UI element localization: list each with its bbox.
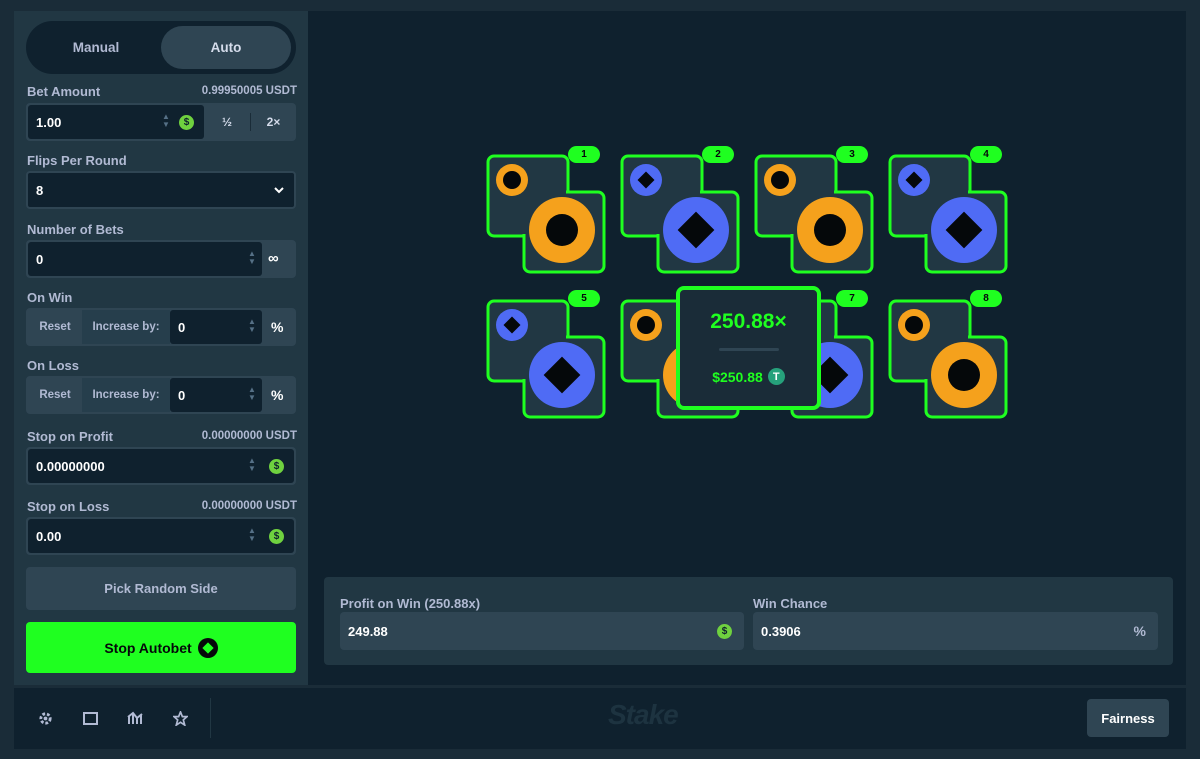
stop-autobet-label: Stop Autobet xyxy=(104,639,192,656)
stop-autobet-button[interactable]: Stop Autobet xyxy=(26,622,296,673)
coin-number-badge: 7 xyxy=(836,290,868,307)
coin-number-badge: 2 xyxy=(702,146,734,163)
flips-per-round-select[interactable]: 8 xyxy=(26,171,296,209)
orange-coin-icon xyxy=(486,154,606,274)
profit-on-win-label: Profit on Win (250.88x) xyxy=(340,596,481,611)
number-of-bets-field: 0 ▲ ▼ ∞ xyxy=(26,240,296,278)
on-win-increase-button[interactable]: Increase by: xyxy=(82,310,170,344)
bet-amount-balance: 0.99950005 USDT xyxy=(201,85,297,97)
number-of-bets-input[interactable]: 0 xyxy=(28,242,262,276)
pick-random-side-button[interactable]: Pick Random Side xyxy=(26,567,296,610)
on-loss-stepper-icon[interactable]: ▲ ▼ xyxy=(247,386,257,404)
app-frame: Manual Auto Bet Amount 0.99950005 USDT 1… xyxy=(0,0,1200,759)
tether-icon: T xyxy=(767,368,785,385)
blue-coin-icon xyxy=(888,154,1008,274)
flips-per-round-label: Flips Per Round xyxy=(27,153,127,168)
coin-number-badge: 8 xyxy=(970,290,1002,307)
percent-suffix: % xyxy=(1133,623,1146,639)
bet-amount-stepper-icon[interactable]: ▲ ▼ xyxy=(161,113,171,131)
stats-panel: Profit on Win (250.88x) 249.88 $ Win Cha… xyxy=(324,577,1173,665)
on-loss-field: Reset Increase by: 0 ▲ ▼ % xyxy=(26,376,296,414)
coin-card xyxy=(486,299,610,423)
stop-on-profit-field: 0.00000000 ▲ ▼ $ xyxy=(26,447,296,485)
win-chance-label: Win Chance xyxy=(753,596,828,611)
game-area: 12345678 250.88× $250.88 T Profit on Win… xyxy=(308,11,1186,685)
coin-number-badge: 5 xyxy=(568,290,600,307)
usd-coin-icon: $ xyxy=(717,624,732,639)
blue-coin-icon xyxy=(620,154,740,274)
win-popup: 250.88× $250.88 T xyxy=(676,286,821,410)
number-of-bets-label: Number of Bets xyxy=(27,222,124,237)
coin-card xyxy=(620,154,744,278)
tab-manual[interactable]: Manual xyxy=(31,26,161,69)
usd-coin-icon: $ xyxy=(269,459,284,474)
number-of-bets-stepper-icon[interactable]: ▲ ▼ xyxy=(247,250,257,268)
mode-toggle: Manual Auto xyxy=(26,21,296,74)
infinity-icon[interactable]: ∞ xyxy=(268,250,279,267)
win-amount: $250.88 xyxy=(712,368,763,385)
gear-icon[interactable] xyxy=(37,710,53,726)
coin-card xyxy=(888,154,1012,278)
coin-card xyxy=(754,154,878,278)
divider xyxy=(719,348,779,351)
on-loss-reset-button[interactable]: Reset xyxy=(28,378,82,412)
divider xyxy=(210,698,211,738)
stats-chart-icon[interactable] xyxy=(127,710,143,726)
usd-coin-icon: $ xyxy=(269,529,284,544)
bet-amount-field: 1.00 ▲ ▼ $ ½ 2× xyxy=(26,103,296,141)
on-win-label: On Win xyxy=(27,290,73,305)
win-multiplier: 250.88× xyxy=(710,310,787,333)
on-win-field: Reset Increase by: 0 ▲ ▼ % xyxy=(26,308,296,346)
coin-number-badge: 4 xyxy=(970,146,1002,163)
bet-controls-panel: Manual Auto Bet Amount 0.99950005 USDT 1… xyxy=(14,11,308,685)
percent-suffix: % xyxy=(271,387,284,403)
fairness-button[interactable]: Fairness xyxy=(1087,699,1169,737)
stop-icon xyxy=(197,637,218,658)
percent-suffix: % xyxy=(271,319,284,335)
stop-on-profit-label: Stop on Profit xyxy=(27,429,113,444)
chevron-down-icon xyxy=(274,187,284,194)
profit-on-win-field: 249.88 $ xyxy=(340,612,744,650)
profit-on-win-value: 249.88 xyxy=(348,623,388,639)
on-loss-label: On Loss xyxy=(27,358,80,373)
win-chance-value: 0.3906 xyxy=(761,623,801,639)
star-icon[interactable] xyxy=(172,710,188,726)
coin-card xyxy=(486,154,610,278)
stop-on-loss-stepper-icon[interactable]: ▲ ▼ xyxy=(247,527,257,545)
stop-on-loss-label: Stop on Loss xyxy=(27,499,110,514)
win-amount-row: $250.88 T xyxy=(680,368,817,385)
on-win-reset-button[interactable]: Reset xyxy=(28,310,82,344)
half-bet-button[interactable]: ½ xyxy=(204,105,250,139)
on-win-stepper-icon[interactable]: ▲ ▼ xyxy=(247,318,257,336)
stop-on-profit-aux: 0.00000000 USDT xyxy=(201,430,297,442)
bet-amount-input[interactable]: 1.00 xyxy=(28,105,204,139)
tab-auto[interactable]: Auto xyxy=(161,26,291,69)
bet-amount-label: Bet Amount xyxy=(27,84,101,99)
footer-bar: Stake Fairness xyxy=(14,688,1186,749)
orange-coin-icon xyxy=(888,299,1008,419)
on-loss-increase-button[interactable]: Increase by: xyxy=(82,378,170,412)
stop-on-loss-field: 0.00 ▲ ▼ $ xyxy=(26,517,296,555)
stop-on-profit-stepper-icon[interactable]: ▲ ▼ xyxy=(247,457,257,475)
stop-on-loss-aux: 0.00000000 USDT xyxy=(201,500,297,512)
theatre-mode-icon[interactable] xyxy=(82,710,98,726)
blue-coin-icon xyxy=(486,299,606,419)
win-chance-field: 0.3906 % xyxy=(753,612,1158,650)
stake-logo: Stake xyxy=(608,699,679,730)
double-bet-button[interactable]: 2× xyxy=(251,105,296,139)
flips-per-round-value: 8 xyxy=(36,182,44,198)
orange-coin-icon xyxy=(754,154,874,274)
coin-number-badge: 1 xyxy=(568,146,600,163)
coin-number-badge: 3 xyxy=(836,146,868,163)
coin-card xyxy=(888,299,1012,423)
usd-coin-icon: $ xyxy=(179,115,194,130)
